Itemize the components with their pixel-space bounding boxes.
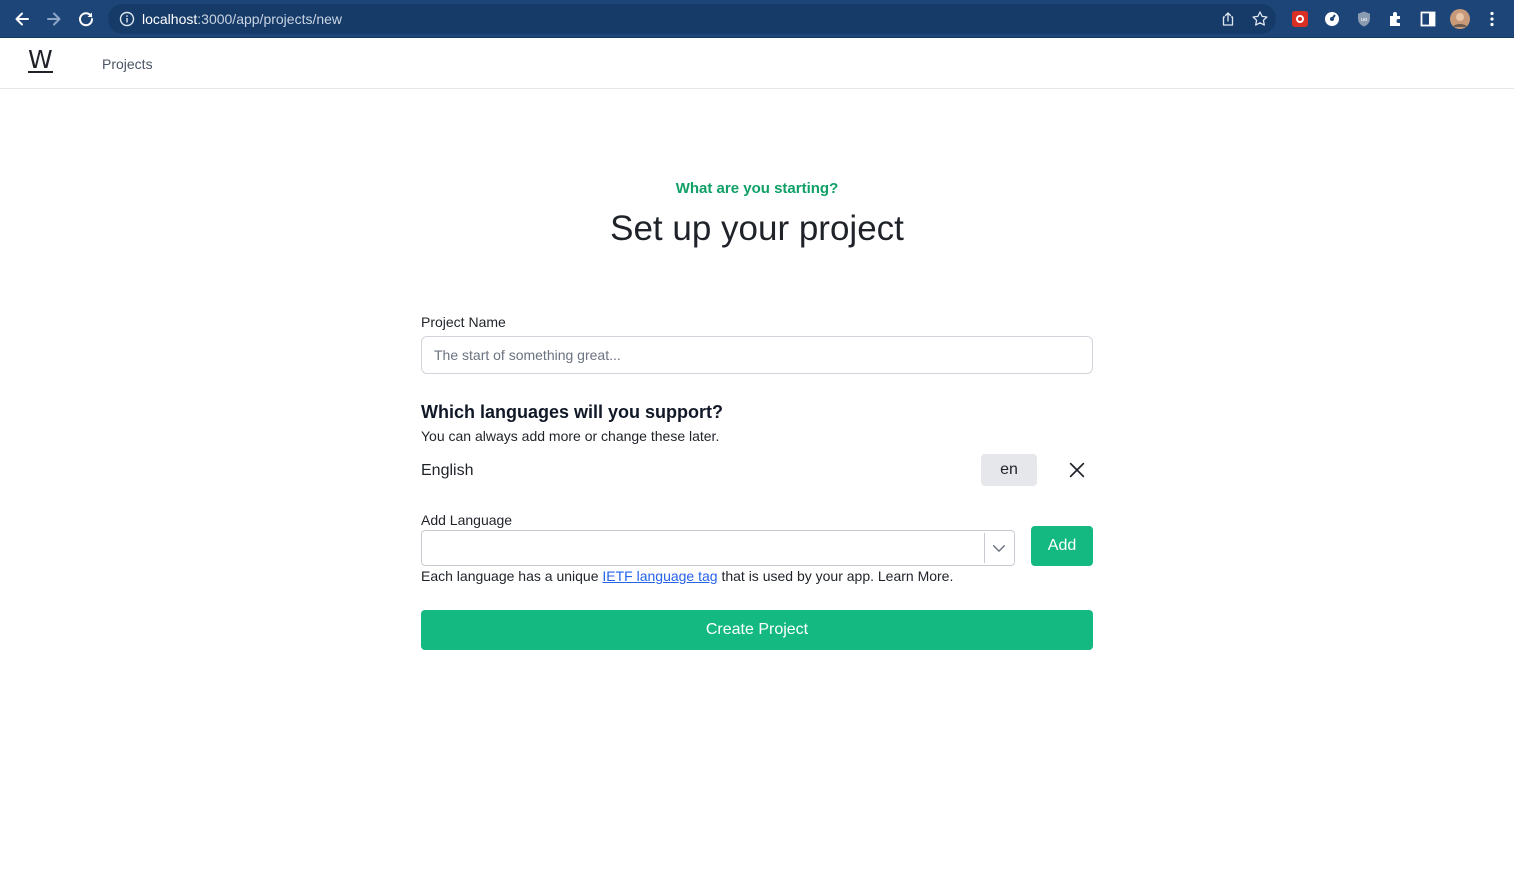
url-host: localhost	[142, 11, 198, 27]
help-prefix: Each language has a unique	[421, 568, 603, 584]
add-language-label: Add Language	[421, 512, 513, 528]
languages-heading: Which languages will you support?	[421, 402, 724, 422]
star-icon[interactable]	[1251, 10, 1269, 28]
close-icon	[1069, 462, 1085, 478]
add-language-select[interactable]	[421, 530, 1015, 566]
select-divider	[984, 533, 985, 563]
reload-icon[interactable]	[76, 9, 96, 29]
address-bar[interactable]: localhost:3000/app/projects/new	[108, 4, 1276, 34]
browser-toolbar: localhost:3000/app/projects/new uo	[0, 0, 1514, 38]
info-icon[interactable]	[119, 11, 135, 27]
language-help-text: Each language has a unique IETF language…	[421, 568, 953, 584]
app-header: W Projects	[0, 38, 1514, 89]
chevron-down-icon[interactable]	[990, 539, 1008, 557]
extension-red-icon[interactable]	[1291, 10, 1309, 28]
profile-avatar[interactable]	[1450, 9, 1470, 29]
forward-icon[interactable]	[44, 9, 64, 29]
back-icon[interactable]	[12, 9, 32, 29]
share-icon[interactable]	[1220, 11, 1236, 27]
page-eyebrow: What are you starting?	[675, 180, 839, 197]
url-path: :3000/app/projects/new	[197, 11, 343, 27]
project-name-input[interactable]	[421, 336, 1093, 374]
languages-subtitle: You can always add more or change these …	[421, 428, 720, 444]
url-text: localhost:3000/app/projects/new	[142, 11, 342, 27]
app-logo[interactable]: W	[28, 47, 53, 73]
add-language-button[interactable]: Add	[1031, 526, 1093, 566]
project-name-label: Project Name	[421, 314, 506, 330]
nav-projects-link[interactable]: Projects	[102, 56, 153, 72]
side-panel-icon[interactable]	[1419, 10, 1437, 28]
language-code-badge: en	[981, 454, 1037, 486]
extensions-puzzle-icon[interactable]	[1387, 10, 1405, 28]
create-project-button[interactable]: Create Project	[421, 610, 1093, 650]
ietf-language-tag-link[interactable]: IETF language tag	[602, 568, 717, 584]
extension-gauge-icon[interactable]	[1323, 10, 1341, 28]
extension-shield-icon[interactable]: uo	[1355, 10, 1373, 28]
help-suffix: that is used by your app. Learn More.	[717, 568, 954, 584]
page-title: Set up your project	[610, 209, 904, 248]
language-name: English	[421, 462, 474, 479]
svg-text:uo: uo	[1361, 17, 1368, 23]
remove-language-button[interactable]	[1066, 459, 1088, 481]
menu-dots-icon[interactable]	[1483, 10, 1501, 28]
logo-underline	[28, 71, 53, 73]
